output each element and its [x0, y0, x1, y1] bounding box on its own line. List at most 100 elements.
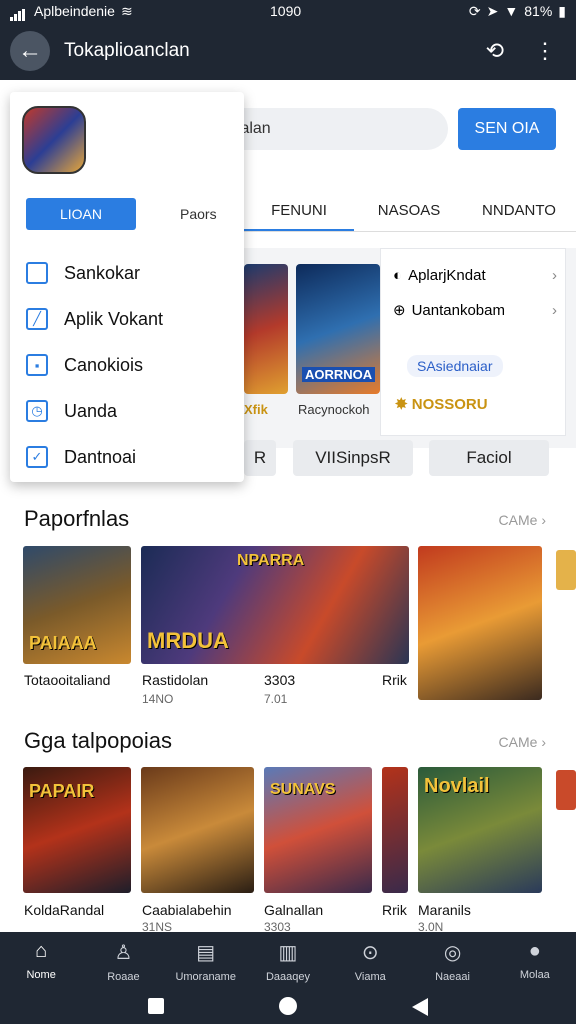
- section-1-more-label: CAMe: [498, 512, 538, 528]
- page-title: Tokaplioanclan: [64, 40, 190, 61]
- card-subtitle: 3.0N: [418, 920, 444, 932]
- game-tile[interactable]: [418, 546, 542, 700]
- nav-label: Daaaqey: [265, 971, 310, 983]
- game-tile[interactable]: [141, 767, 254, 893]
- tile-art-text: PAPAIR: [29, 781, 95, 801]
- drawer-item-sankokar[interactable]: Sankokar: [26, 258, 140, 288]
- nav-library[interactable]: ▥ Daaaqey: [247, 932, 329, 992]
- banner-label-2: Racynockoh: [298, 402, 370, 417]
- person-icon: ♙: [114, 942, 133, 964]
- game-tile[interactable]: PAIAAA: [23, 546, 131, 664]
- drawer-link[interactable]: Paors: [180, 206, 217, 222]
- back-button[interactable]: ←: [10, 31, 50, 71]
- carrier-label: Aplbeindenie: [34, 3, 115, 19]
- battery-label: 81%: [524, 3, 553, 19]
- home-icon: ⌂: [35, 940, 48, 962]
- drawer-item-dantnoai[interactable]: ✓ Dantnoai: [26, 442, 136, 472]
- game-tile[interactable]: Novlail: [418, 767, 542, 893]
- section-1-more-link[interactable]: CAMe ›: [499, 512, 546, 528]
- card-title: Galnallan: [264, 902, 324, 918]
- tab-nndanto[interactable]: NNDANTO: [464, 190, 574, 231]
- chat-icon: ◎: [443, 942, 462, 964]
- square-icon: [26, 262, 48, 284]
- nav-home[interactable]: ⌂ Nome: [0, 932, 82, 992]
- filter-pills: R VIISinpsR Faciol: [244, 440, 576, 476]
- nav-label: Naeaai: [435, 971, 470, 983]
- game-tile[interactable]: PAPAIR: [23, 767, 131, 893]
- nav-chat[interactable]: ◎ Naeaai: [411, 932, 493, 992]
- drawer-item-uanda[interactable]: ◷ Uanda: [26, 396, 117, 426]
- sync-icon: ⟳: [468, 2, 481, 19]
- nav-label: Viama: [354, 971, 386, 983]
- card-title: Rrik: [382, 902, 407, 918]
- arrow-left-icon: ←: [18, 37, 42, 64]
- game-tile[interactable]: SUNAVS: [264, 767, 372, 893]
- library-icon: ▥: [278, 942, 298, 964]
- store-icon: ▤: [196, 942, 216, 964]
- search-button[interactable]: SEN OIA: [458, 108, 556, 150]
- info-row-2-label: Uantankobam: [411, 301, 505, 319]
- gold-text: NOSSORU: [411, 396, 488, 413]
- side-drawer: LIOAN Paors Sankokar ╱ Aplik Vokant ▪ Ca…: [10, 92, 244, 482]
- card-title: Caabialabehin: [142, 902, 232, 918]
- main-content: ⌕ Kupltk Manalan SEN OIA FENUNI NASOAS N…: [0, 80, 576, 932]
- account-icon: ●: [528, 940, 541, 962]
- tile-art-text-2: NPARRA: [237, 552, 305, 569]
- game-tile[interactable]: MRDUA NPARRA: [141, 546, 409, 664]
- clock: 1090: [270, 3, 302, 19]
- section-2-more-link[interactable]: CAMe ›: [499, 734, 546, 750]
- pill-r[interactable]: R: [244, 440, 276, 476]
- home-button[interactable]: [279, 997, 297, 1015]
- section-1-title: Paporfnlas: [24, 506, 130, 531]
- tab-fenuni[interactable]: FENUNI: [244, 190, 354, 231]
- status-bar: Aplbeindenie ≋ 1090 ⟳ ➤ ▼ 81% ▮: [0, 0, 576, 22]
- info-row-2[interactable]: ⊕ Uantankobam ›: [393, 301, 557, 320]
- nav-search[interactable]: ⊙ Viama: [329, 932, 411, 992]
- tile-art-text: PAIAAA: [29, 633, 97, 653]
- battery-icon: ▮: [558, 2, 566, 19]
- recents-button[interactable]: [148, 998, 164, 1014]
- pill-viisinps[interactable]: VIISinpsR: [293, 440, 413, 476]
- info-panel: ◐ AplarjKndat › ⊕ Uantankobam › SAsiedna…: [380, 248, 566, 436]
- chevron-right-icon: ›: [552, 267, 557, 284]
- game-tile-partial[interactable]: [556, 770, 576, 810]
- drawer-item-canokiois[interactable]: ▪ Canokiois: [26, 350, 143, 380]
- star-icon: ✸: [395, 396, 412, 413]
- card-subtitle: 7.01: [264, 692, 288, 706]
- gold-label: ✸ NOSSORU: [395, 395, 488, 413]
- info-row-1[interactable]: ◐ AplarjKndat ›: [393, 267, 557, 284]
- game-tile[interactable]: [382, 767, 408, 893]
- wifi-status-icon: ▼: [504, 3, 519, 19]
- more-vert-icon[interactable]: ⋮: [534, 38, 556, 64]
- login-button[interactable]: LIOAN: [26, 198, 136, 230]
- nav-label: Molaa: [519, 969, 550, 981]
- nav-store[interactable]: ▤ Umoraname: [165, 932, 247, 992]
- drawer-item-label: Uanda: [64, 400, 118, 421]
- drawer-item-aplik-vokant[interactable]: ╱ Aplik Vokant: [26, 304, 163, 334]
- section-2-title: Gga talpopoias: [24, 728, 172, 753]
- nav-label: Nome: [26, 969, 56, 981]
- nav-profile[interactable]: ♙ Roaae: [82, 932, 164, 992]
- search-circle-icon: ⊙: [361, 942, 379, 964]
- banner-card-2[interactable]: AORRNOA: [296, 264, 380, 394]
- nav-account[interactable]: ● Molaa: [494, 932, 576, 992]
- nav-label: Umoraname: [175, 971, 236, 983]
- image-icon: ▪: [26, 354, 48, 376]
- banner-label-1: Xfik: [244, 402, 268, 417]
- edit-icon: ╱: [26, 308, 48, 330]
- back-nav-button[interactable]: [412, 998, 428, 1016]
- gamepad-icon: ◐: [393, 267, 403, 284]
- tab-nasoas[interactable]: NASOAS: [354, 190, 464, 231]
- card-subtitle: 31NS: [142, 920, 173, 932]
- game-tile-partial[interactable]: [556, 550, 576, 590]
- section-2-more-label: CAMe: [498, 734, 538, 750]
- avatar[interactable]: [22, 106, 86, 174]
- drawer-item-label: Aplik Vokant: [64, 308, 164, 329]
- bottom-nav: ⌂ Nome ♙ Roaae ▤ Umoraname ▥ Daaaqey ⊙ Viama …: [0, 932, 576, 992]
- card-subtitle: 14NO: [142, 692, 174, 706]
- wifi-icon: ≋: [120, 2, 133, 19]
- refresh-icon[interactable]: ⟲: [486, 38, 504, 64]
- banner-card-1[interactable]: [244, 264, 288, 394]
- info-row-1-label: AplarjKndat: [408, 267, 486, 284]
- pill-faciol[interactable]: Faciol: [429, 440, 549, 476]
